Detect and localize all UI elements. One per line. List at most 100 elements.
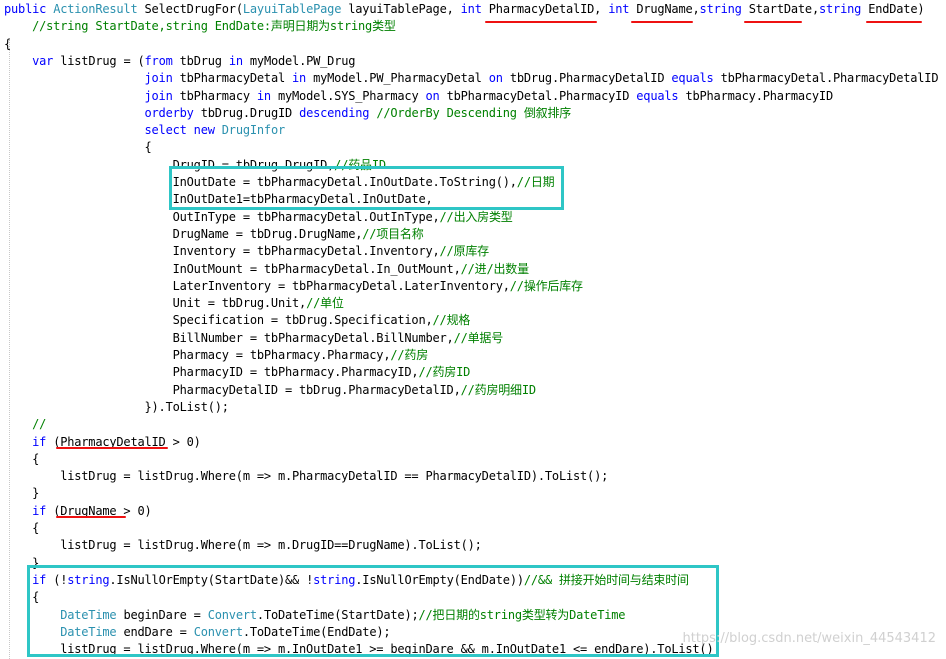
code-token: //单位 [306, 296, 344, 311]
code-line: DrugName = tbDrug.DrugName,//项目名称 [4, 226, 424, 243]
code-line: }).ToList(); [4, 399, 229, 416]
code-token: //OrderBy Descending 倒叙排序 [376, 105, 572, 120]
code-line: Inventory = tbPharmacyDetal.Inventory,//… [4, 243, 490, 260]
code-line: //string StartDate,string EndDate:声明日期为s… [4, 18, 396, 35]
code-line: listDrug = listDrug.Where(m => m.DrugID=… [4, 537, 482, 554]
code-line: LaterInventory = tbPharmacyDetal.LaterIn… [4, 278, 583, 295]
code-token: equals [671, 71, 721, 86]
code-token: //药房明细ID [460, 382, 537, 397]
underline-startdate-param [744, 21, 802, 23]
code-line: listDrug = listDrug.Where(m => m.Pharmac… [4, 468, 608, 485]
code-token: BillNumber = tbPharmacyDetal.BillNumber, [4, 330, 454, 345]
code-token: //操作后库存 [509, 278, 583, 293]
code-token: myModel.PW_Drug [249, 53, 356, 68]
code-token: join [144, 88, 180, 103]
code-token: //进/出数量 [460, 261, 529, 276]
code-token: //药房ID [418, 365, 471, 380]
code-token: orderby [144, 105, 201, 120]
code-line: { [4, 520, 39, 537]
code-token: }).ToList(); [4, 399, 229, 414]
code-token: //单据号 [453, 330, 504, 345]
code-line: orderby tbDrug.DrugID descending //Order… [4, 105, 572, 122]
code-token: tbDrug.PharmacyDetalID [509, 71, 672, 86]
code-token: , [594, 2, 609, 16]
code-token: listDrug = listDrug.Where(m => m.Pharmac… [4, 469, 609, 484]
code-token: select new [144, 123, 222, 138]
code-token: on [425, 88, 447, 103]
code-token: , [692, 2, 700, 16]
code-token: listDrug = ( [60, 53, 145, 68]
code-editor[interactable]: public ActionResult SelectDrugFor(LayuiT… [0, 0, 946, 659]
code-line: PharmacyDetalID = tbDrug.PharmacyDetalID… [4, 382, 537, 399]
code-token: myModel.PW_PharmacyDetal [313, 71, 489, 86]
code-line: select new DrugInfor [4, 122, 286, 139]
code-line: public ActionResult SelectDrugFor(LayuiT… [4, 1, 925, 18]
code-token: //药房 [390, 348, 429, 362]
code-token: Inventory = tbPharmacyDetal.Inventory, [4, 244, 440, 259]
code-token: from [144, 53, 180, 68]
code-token: DrugName [636, 2, 693, 16]
code-token: layuiTablePage, [341, 2, 461, 16]
code-line: Pharmacy = tbPharmacy.Pharmacy,//药房 [4, 347, 429, 364]
code-token: // [4, 417, 47, 432]
code-line: InOutMount = tbPharmacyDetal.In_OutMount… [4, 261, 530, 278]
code-token: //出入房类型 [439, 209, 513, 224]
code-token: equals [636, 88, 686, 103]
code-token: { [4, 451, 40, 466]
code-token: myModel.SYS_Pharmacy [277, 88, 426, 103]
code-token: ActionResult [53, 2, 145, 16]
code-line: { [4, 36, 11, 53]
code-token: Pharmacy = tbPharmacy.Pharmacy, [4, 348, 391, 362]
code-token: DrugInfor [221, 123, 286, 138]
underline-drugname-if [56, 516, 126, 518]
code-token: PharmacyDetalID [488, 2, 595, 16]
code-token: Specification = tbDrug.Specification, [4, 313, 433, 328]
underline-pharmacydetalid-if [56, 447, 168, 449]
code-token: tbPharmacy [179, 88, 257, 103]
code-token: in [292, 71, 314, 86]
code-line: join tbPharmacyDetal in myModel.PW_Pharm… [4, 70, 939, 87]
code-token: LayuiTablePage [242, 2, 342, 16]
underline-enddate-param [866, 21, 922, 23]
code-token: InOutMount = tbPharmacyDetal.In_OutMount… [4, 261, 461, 276]
code-token: { [4, 140, 152, 155]
code-token: DrugName = tbDrug.DrugName, [4, 226, 363, 241]
code-token: } [4, 486, 40, 501]
code-token: public [4, 2, 54, 16]
code-line: var listDrug = (from tbDrug in myModel.P… [4, 53, 355, 70]
code-token: in [256, 88, 278, 103]
code-token: in [228, 53, 250, 68]
code-token: { [4, 36, 12, 51]
code-token: string [699, 2, 749, 16]
code-token: //项目名称 [362, 226, 424, 241]
code-token: descending [299, 105, 377, 120]
code-line: Specification = tbDrug.Specification,//规… [4, 312, 471, 329]
code-token: if [32, 434, 54, 449]
code-token: on [488, 71, 510, 86]
code-token: int [460, 2, 489, 16]
watermark: https://blog.csdn.net/weixin_44543412 [682, 631, 936, 646]
underline-drugname-param [631, 21, 693, 23]
code-token: ) [917, 2, 925, 16]
code-line: { [4, 451, 39, 468]
code-token: { [4, 521, 40, 535]
code-token: tbPharmacy.PharmacyID [685, 88, 833, 103]
code-token: int [608, 2, 637, 16]
code-token: PharmacyDetalID = tbDrug.PharmacyDetalID… [4, 382, 461, 397]
code-token: StartDate [748, 2, 812, 16]
underline-pharmacydetalid-param [485, 21, 597, 23]
code-token: tbDrug [179, 53, 229, 68]
code-line: BillNumber = tbPharmacyDetal.BillNumber,… [4, 330, 504, 347]
code-token: SelectDrugFor( [144, 2, 244, 16]
highlight-box-date-filter [27, 565, 719, 657]
code-line: OutInType = tbPharmacyDetal.OutInType,//… [4, 209, 513, 226]
code-token: //原库存 [439, 244, 490, 259]
code-token: tbPharmacyDetal [179, 71, 293, 86]
code-token: string [819, 2, 869, 16]
